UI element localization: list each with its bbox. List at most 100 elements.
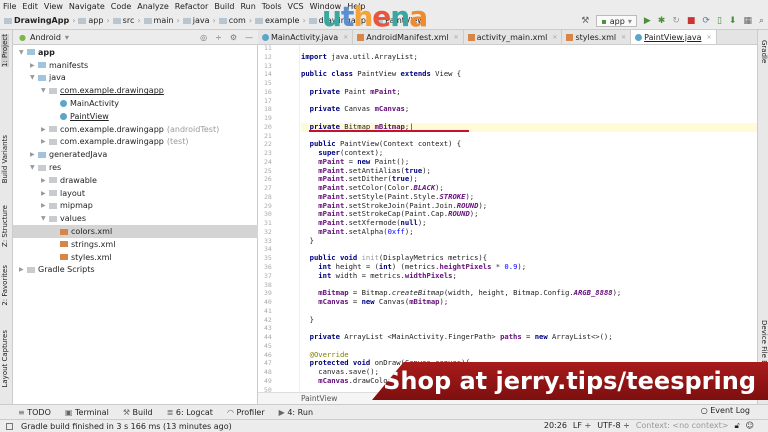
tree-item[interactable]: ▼ res — [13, 161, 258, 174]
tool-window-terminal[interactable]: ▣ Terminal — [65, 408, 109, 417]
tree-item[interactable]: ▼ com.example.drawingapp — [13, 84, 258, 97]
menu-tools[interactable]: Tools — [262, 2, 282, 11]
tab-paintview-java[interactable]: PaintView.java ✕ — [631, 30, 717, 44]
code-line[interactable]: private Canvas mCanvas; — [301, 104, 757, 114]
tree-item[interactable]: ▶ drawable — [13, 174, 258, 187]
tree-item[interactable]: strings.xml — [13, 238, 258, 251]
run-icon[interactable]: ▶ — [644, 16, 651, 26]
run-config-select[interactable]: ▪ app ▾ — [596, 15, 637, 27]
menu-vcs[interactable]: VCS — [288, 2, 304, 11]
tool-window-todo[interactable]: ≡ TODO — [18, 408, 51, 417]
breadcrumb-item[interactable]: example › — [255, 16, 306, 25]
code-line[interactable]: } — [301, 236, 757, 246]
menu-view[interactable]: View — [44, 2, 63, 11]
menu-file[interactable]: File — [3, 2, 16, 11]
project-view-select[interactable]: Android — [30, 33, 61, 42]
code-line[interactable]: public class PaintView extends View { — [301, 69, 757, 79]
tree-item[interactable]: PaintView — [13, 110, 258, 123]
code-line[interactable]: private Paint mPaint; — [301, 87, 757, 97]
breadcrumb-item[interactable]: main › — [143, 16, 180, 25]
code-line[interactable]: import java.util.ArrayList; — [301, 52, 757, 62]
menu-run[interactable]: Run — [240, 2, 255, 11]
hammer-build-icon[interactable]: ⚒ — [581, 16, 589, 26]
toggle-tool-windows-icon[interactable] — [6, 422, 13, 430]
project-structure-icon[interactable]: ▦ — [743, 16, 752, 26]
tree-item[interactable]: ▶ Gradle Scripts — [13, 264, 258, 277]
tree-item[interactable]: ▶ layout — [13, 187, 258, 200]
hector-icon[interactable]: ☺ — [746, 421, 754, 431]
tree-item[interactable]: MainActivity — [13, 97, 258, 110]
sdk-manager-icon[interactable]: ⬇ — [729, 16, 737, 26]
layout-captures-tool-tab[interactable]: Layout Captures — [1, 330, 9, 388]
hide-icon[interactable]: — — [245, 33, 253, 42]
tool-window-run[interactable]: ▶ 4: Run — [279, 408, 313, 417]
structure-tool-tab[interactable]: Z: Structure — [1, 205, 9, 247]
tree-item[interactable]: ▶ mipmap — [13, 200, 258, 213]
code-line[interactable]: } — [301, 315, 757, 325]
tree-item[interactable]: ▼ values — [13, 212, 258, 225]
chevron-down-icon[interactable]: ▾ — [65, 33, 69, 42]
code-line[interactable]: mPaint.setAlpha(0xff); — [301, 227, 757, 237]
favorites-tool-tab[interactable]: 2: Favorites — [1, 265, 9, 306]
collapse-icon[interactable]: ÷ — [215, 33, 222, 42]
tree-item[interactable]: ▼ java — [13, 72, 258, 85]
tab-activity-main-xml[interactable]: activity_main.xml ✕ — [464, 30, 563, 44]
breadcrumb-item[interactable]: com › — [218, 16, 252, 25]
breadcrumb-item[interactable]: DrawingApp › — [4, 16, 75, 25]
build-variants-tool-tab[interactable]: Build Variants — [1, 135, 9, 183]
tab-styles-xml[interactable]: styles.xml ✕ — [562, 30, 632, 44]
menu-code[interactable]: Code — [111, 2, 131, 11]
code-line[interactable] — [301, 307, 757, 316]
line-separator[interactable]: LF ÷ — [573, 421, 591, 431]
debug-icon[interactable]: ✱ — [658, 16, 666, 26]
lock-icon[interactable]: 🔓︎ — [734, 421, 739, 431]
close-icon[interactable]: ✕ — [706, 34, 711, 41]
stop-icon[interactable]: ■ — [687, 16, 696, 26]
tree-item[interactable]: colors.xml — [13, 225, 258, 238]
event-log-button[interactable]: ○ Event Log — [701, 406, 750, 415]
code-line[interactable]: mCanvas = new Canvas(mBitmap); — [301, 297, 757, 307]
breadcrumb-item[interactable]: app › — [78, 16, 110, 25]
tree-item[interactable]: styles.xml — [13, 251, 258, 264]
locate-icon[interactable]: ◎ — [200, 33, 207, 42]
expand-arrow-icon: ▶ — [41, 138, 46, 146]
caret-position[interactable]: 20:26 — [544, 421, 567, 431]
code-line[interactable]: int width = metrics.widthPixels; — [301, 271, 757, 281]
gradle-tool-tab[interactable]: Gradle — [760, 40, 768, 63]
menu-navigate[interactable]: Navigate — [69, 2, 105, 11]
tool-window-build[interactable]: ⚒ Build — [123, 408, 153, 417]
sync-gradle-icon[interactable]: ⟳ — [702, 16, 710, 26]
menu-edit[interactable]: Edit — [22, 2, 38, 11]
tree-item[interactable]: ▶ generatedJava — [13, 148, 258, 161]
code-line[interactable]: private ArrayList <MainActivity.FingerPa… — [301, 332, 757, 342]
menu-build[interactable]: Build — [214, 2, 234, 11]
tab-androidmanifest-xml[interactable]: AndroidManifest.xml ✕ — [353, 30, 464, 44]
tree-item[interactable]: ▶ com.example.drawingapp (test) — [13, 136, 258, 149]
project-tool-tab[interactable]: 1: Project — [1, 34, 9, 67]
menu-analyze[interactable]: Analyze — [137, 2, 169, 11]
close-icon[interactable]: ✕ — [343, 34, 348, 41]
close-icon[interactable]: ✕ — [454, 34, 459, 41]
tool-window-logcat[interactable]: ≣ 6: Logcat — [167, 408, 213, 417]
file-encoding[interactable]: UTF-8 ÷ — [597, 421, 630, 431]
menu-refactor[interactable]: Refactor — [175, 2, 209, 11]
tree-item[interactable]: ▶ com.example.drawingapp (androidTest) — [13, 123, 258, 136]
logcat-icon: ≣ — [166, 407, 176, 417]
code-editor[interactable]: 11 12 13 14 15 16 17 18 19 20 21 22 23 24 25 26 27 28 29 30… — [258, 45, 757, 392]
close-icon[interactable]: ✕ — [552, 34, 557, 41]
close-icon[interactable]: ✕ — [621, 34, 626, 41]
tab-mainactivity-java[interactable]: MainActivity.java ✕ — [258, 30, 354, 44]
code-line[interactable] — [301, 342, 757, 351]
breadcrumb-item[interactable]: src › — [112, 16, 141, 25]
breadcrumb-item[interactable]: java › — [182, 16, 216, 25]
expand-arrow-icon: ▶ — [19, 266, 24, 274]
tool-window-profiler[interactable]: ◠ Profiler — [227, 408, 265, 417]
line-number: 32 — [264, 227, 272, 236]
search-icon[interactable]: ⌕ — [759, 16, 764, 26]
apply-changes-icon[interactable]: ↻ — [672, 16, 680, 26]
pkg-icon — [49, 87, 57, 94]
gear-icon[interactable]: ⚙ — [230, 33, 237, 42]
avd-manager-icon[interactable]: ▯ — [717, 16, 722, 26]
tree-item[interactable]: ▶ manifests — [13, 59, 258, 72]
tree-item[interactable]: ▼ app — [13, 46, 258, 59]
